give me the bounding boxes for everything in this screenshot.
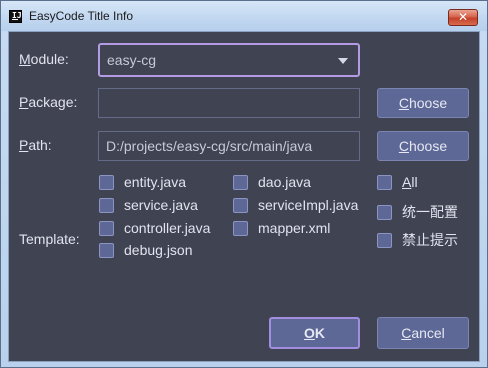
template-checkbox-controller[interactable]: controller.java (99, 220, 210, 236)
module-label: Module: (19, 51, 69, 67)
checkbox-label: 统一配置 (402, 204, 458, 220)
checkbox-box[interactable] (233, 220, 248, 236)
template-checkbox-entity[interactable]: entity.java (99, 174, 186, 190)
checkbox-label: All (402, 174, 418, 190)
template-checkbox-service[interactable]: service.java (99, 197, 198, 213)
checkbox-box[interactable] (99, 220, 114, 236)
checkbox-box[interactable] (99, 174, 114, 190)
checkbox-label: debug.json (124, 242, 193, 258)
module-selected-value: easy-cg (107, 52, 157, 68)
unified-config-checkbox[interactable]: 统一配置 (377, 202, 458, 222)
checkbox-label: dao.java (258, 174, 311, 190)
title-bar[interactable]: IJ EasyCode Title Info ✕ (1, 1, 487, 31)
checkbox-box[interactable] (99, 242, 114, 258)
close-icon: ✕ (457, 10, 469, 24)
checkbox-label: 禁止提示 (402, 232, 458, 248)
module-combobox[interactable]: easy-cg (98, 43, 360, 77)
path-choose-button[interactable]: Choose (377, 131, 469, 161)
ok-button[interactable]: OK (269, 317, 360, 349)
disable-prompt-checkbox[interactable]: 禁止提示 (377, 230, 458, 250)
path-input[interactable]: D:/projects/easy-cg/src/main/java (98, 131, 360, 161)
checkbox-box[interactable] (377, 174, 392, 190)
checkbox-label: mapper.xml (258, 220, 331, 236)
template-label: Template: (19, 231, 80, 247)
dialog-window: IJ EasyCode Title Info ✕ Module: easy-cg… (0, 0, 488, 368)
checkbox-box[interactable] (377, 232, 392, 248)
checkbox-box[interactable] (99, 197, 114, 213)
path-label: Path: (19, 137, 52, 153)
intellij-app-icon: IJ (9, 10, 22, 23)
package-choose-button[interactable]: Choose (377, 88, 469, 118)
checkbox-box[interactable] (233, 197, 248, 213)
checkbox-label: serviceImpl.java (258, 197, 359, 213)
checkbox-label: entity.java (124, 174, 186, 190)
template-checkbox-mapper[interactable]: mapper.xml (233, 220, 330, 236)
template-checkbox-debug[interactable]: debug.json (99, 242, 193, 258)
dialog-content: Module: easy-cg Package: Choose Path: D:… (8, 31, 480, 362)
checkbox-label: service.java (124, 197, 198, 213)
checkbox-label: controller.java (124, 220, 211, 236)
dropdown-arrow-icon[interactable] (338, 58, 348, 64)
template-checkbox-dao[interactable]: dao.java (233, 174, 311, 190)
checkbox-box[interactable] (233, 174, 248, 190)
close-button[interactable]: ✕ (448, 9, 478, 26)
package-input[interactable] (98, 88, 360, 118)
package-label: Package: (19, 94, 78, 110)
all-checkbox[interactable]: All (377, 174, 418, 190)
window-title: EasyCode Title Info (29, 9, 134, 23)
checkbox-box[interactable] (377, 204, 392, 220)
cancel-button[interactable]: Cancel (377, 317, 469, 349)
template-checkbox-serviceimpl[interactable]: serviceImpl.java (233, 197, 358, 213)
